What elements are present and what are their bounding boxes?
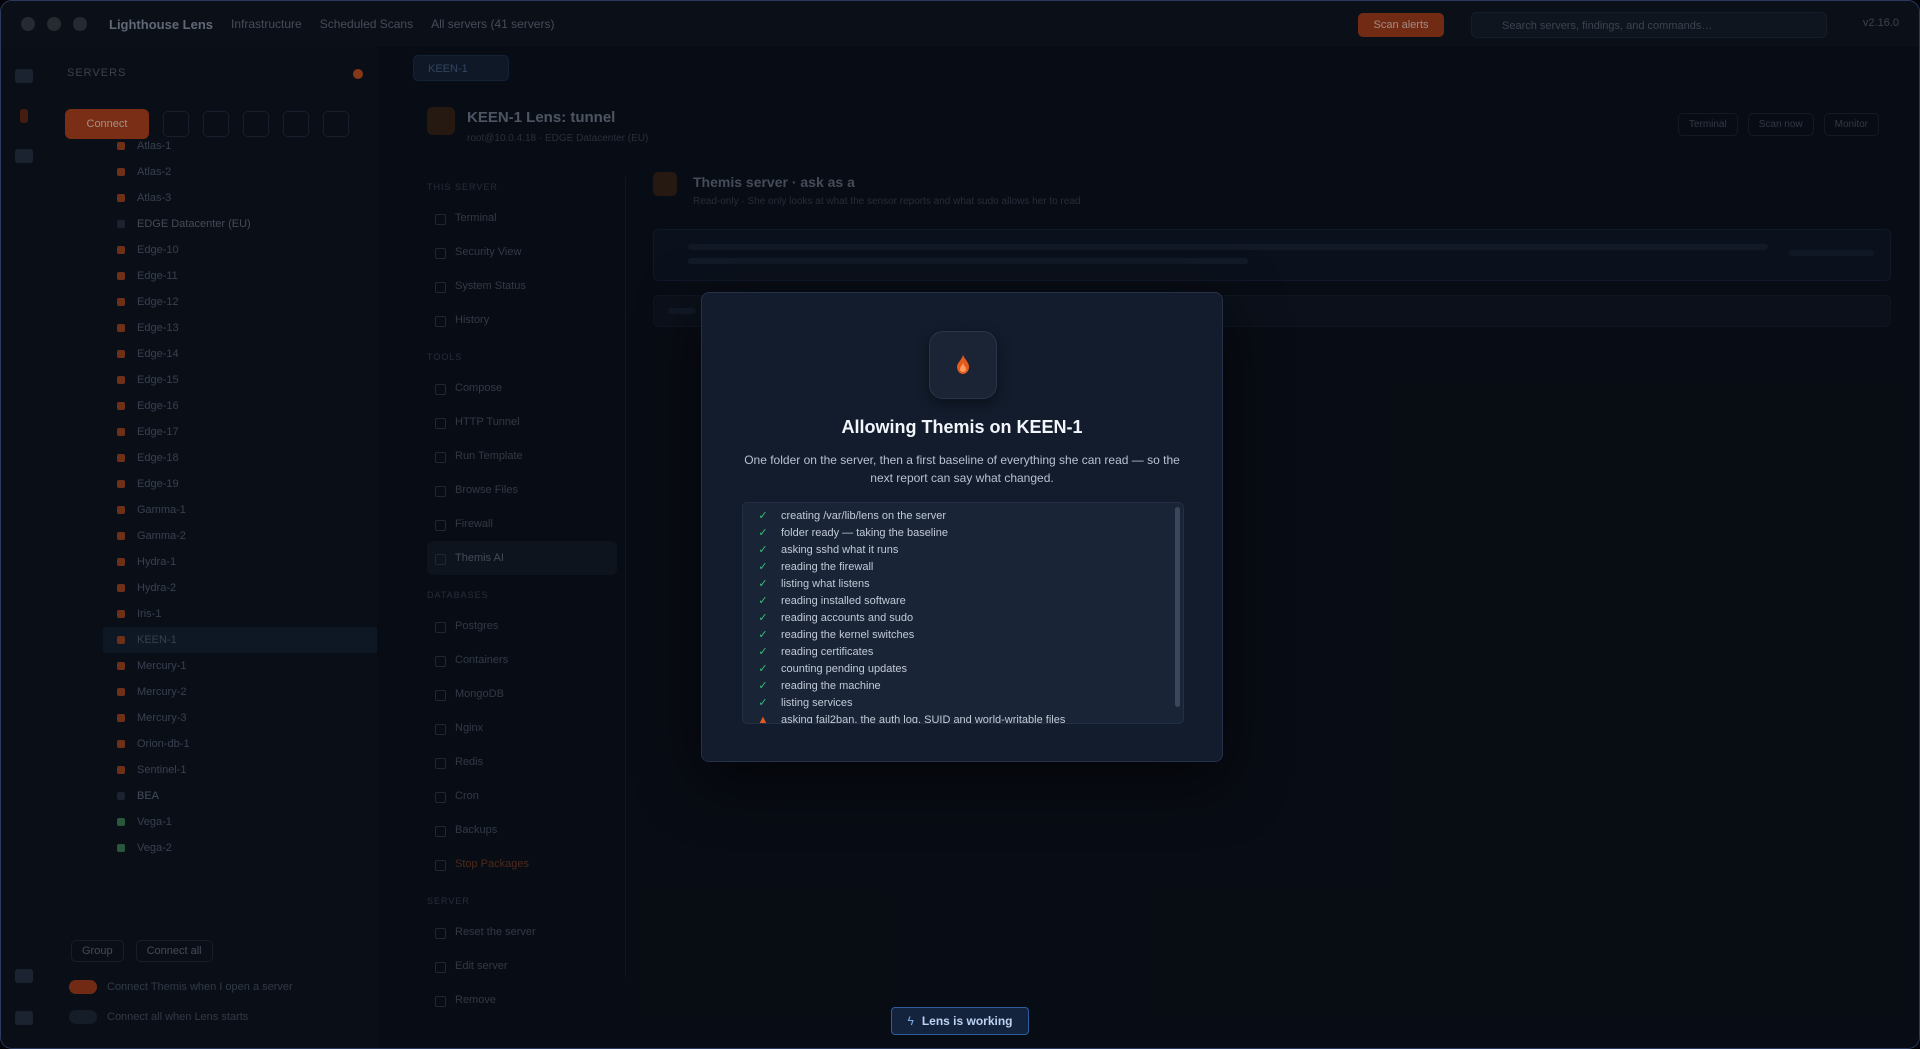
check-icon: ✓ bbox=[758, 646, 768, 658]
progress-steps: ✓ creating /var/lib/lens on the server ✓ fo… bbox=[743, 507, 1171, 724]
check-icon: ✓ bbox=[758, 697, 768, 709]
progress-step: ▲ asking fail2ban, the auth log, SUID and… bbox=[743, 711, 1171, 724]
working-label: Lens is working bbox=[921, 1014, 1013, 1028]
step-label: reading the machine bbox=[781, 679, 881, 692]
flame-icon bbox=[929, 331, 997, 399]
step-label: listing what listens bbox=[781, 577, 870, 590]
step-label: creating /var/lib/lens on the server bbox=[781, 509, 947, 522]
progress-step: ✓ asking sshd what it runs bbox=[743, 541, 1171, 558]
check-icon: ✓ bbox=[758, 663, 768, 675]
step-label: reading certificates bbox=[781, 645, 874, 658]
progress-step: ✓ folder ready — taking the baseline bbox=[743, 524, 1171, 541]
check-icon: ✓ bbox=[758, 527, 768, 539]
check-icon: ✓ bbox=[758, 595, 768, 607]
step-label: reading the kernel switches bbox=[781, 628, 915, 641]
step-label: folder ready — taking the baseline bbox=[781, 526, 948, 539]
step-label: reading the firewall bbox=[781, 560, 874, 573]
check-icon: ✓ bbox=[758, 612, 768, 624]
progress-step: ✓ reading certificates bbox=[743, 643, 1171, 660]
step-label: listing services bbox=[781, 696, 853, 709]
step-label: reading accounts and sudo bbox=[781, 611, 914, 624]
progress-step: ✓ reading installed software bbox=[743, 592, 1171, 609]
progress-step: ✓ counting pending updates bbox=[743, 660, 1171, 677]
check-icon: ✓ bbox=[758, 680, 768, 692]
step-label: asking sshd what it runs bbox=[781, 543, 899, 556]
step-label: counting pending updates bbox=[781, 662, 907, 675]
modal-description: One folder on the server, then a first b… bbox=[744, 453, 1180, 485]
progress-step: ✓ creating /var/lib/lens on the server bbox=[743, 507, 1171, 524]
check-icon: ✓ bbox=[758, 629, 768, 641]
progress-step: ✓ listing what listens bbox=[743, 575, 1171, 592]
progress-step: ✓ reading accounts and sudo bbox=[743, 609, 1171, 626]
progress-log[interactable]: ✓ creating /var/lib/lens on the server ✓ fo… bbox=[742, 502, 1184, 724]
check-icon: ✓ bbox=[758, 561, 768, 573]
progress-step: ✓ listing services bbox=[743, 694, 1171, 711]
bolt-icon: ϟ bbox=[907, 1014, 914, 1028]
running-icon: ▲ bbox=[757, 713, 769, 724]
step-label: asking fail2ban, the auth log, SUID and … bbox=[781, 713, 1066, 724]
progress-step: ✓ reading the kernel switches bbox=[743, 626, 1171, 643]
modal-title: Allowing Themis on KEEN-1 bbox=[841, 417, 1083, 437]
step-label: reading installed software bbox=[781, 594, 906, 607]
app-window: Lighthouse Lens Infrastructure Scheduled… bbox=[0, 0, 1920, 1049]
log-scrollbar[interactable] bbox=[1175, 507, 1180, 707]
progress-step: ✓ reading the machine bbox=[743, 677, 1171, 694]
working-indicator: ϟ Lens is working bbox=[891, 1007, 1029, 1035]
setup-modal: Allowing Themis on KEEN-1 One folder on … bbox=[701, 292, 1223, 762]
check-icon: ✓ bbox=[758, 544, 768, 556]
check-icon: ✓ bbox=[758, 578, 768, 590]
check-icon: ✓ bbox=[758, 510, 768, 522]
progress-step: ✓ reading the firewall bbox=[743, 558, 1171, 575]
